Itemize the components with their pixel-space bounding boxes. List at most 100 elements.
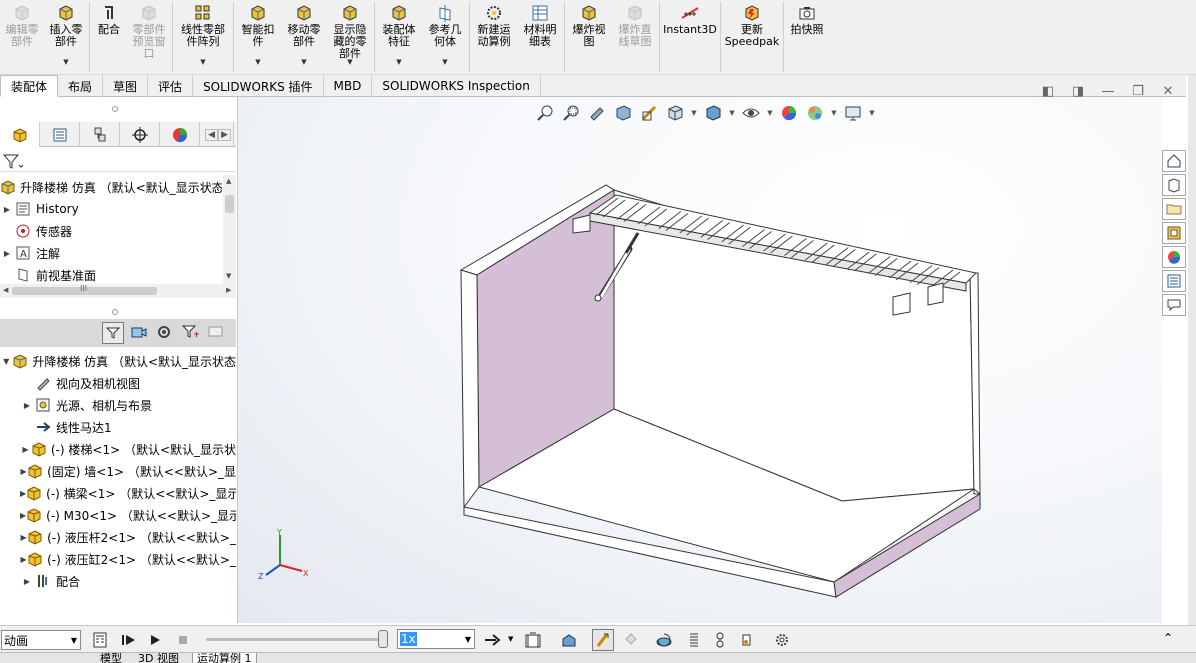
motion-tree-item[interactable]: ▶ (-) 横梁<1> （默认<<默认>_显示: [20, 482, 236, 504]
play-from-start-button[interactable]: [118, 629, 140, 651]
tab-0[interactable]: 装配体: [0, 75, 59, 97]
study-type-select[interactable]: 动画 ▼: [1, 630, 81, 650]
expand-arrow-icon[interactable]: ▶: [20, 533, 27, 542]
forum-tab[interactable]: [1162, 294, 1186, 316]
playback-speed-select[interactable]: 1x ▼: [397, 629, 475, 649]
playback-slider-track[interactable]: [206, 638, 386, 641]
tab-scroll-arrows[interactable]: ◀ ▶: [200, 122, 234, 147]
expand-arrow-icon[interactable]: ▶: [0, 205, 14, 214]
tab-5[interactable]: MBD: [324, 75, 373, 97]
feature-filter[interactable]: [0, 150, 236, 172]
tab-motion-study-1[interactable]: 运动算例 1: [192, 653, 257, 663]
spring-button[interactable]: [683, 629, 705, 651]
chevron-down-icon[interactable]: ▼: [508, 635, 513, 643]
motion-tree-item[interactable]: ▶ 配合: [20, 570, 236, 592]
motion-tree-item[interactable]: ▶ (-) 液压杆2<1> （默认<<默认>_: [20, 526, 236, 548]
model-canvas[interactable]: [238, 97, 1162, 623]
ribbon-button-instant3d[interactable]: Instant3D: [661, 0, 719, 72]
motor-button[interactable]: [653, 629, 675, 651]
ribbon-button-reference-geometry[interactable]: 参考几 何体 ▼: [422, 0, 468, 72]
ribbon-button-new-motion-study[interactable]: 新建运 动算例: [471, 0, 517, 72]
chevron-left-icon[interactable]: ◀: [205, 128, 219, 141]
tile-left-icon[interactable]: ◧: [1040, 83, 1056, 99]
calculate-button[interactable]: [90, 629, 112, 651]
motion-tree-item[interactable]: 视向及相机视图: [20, 372, 236, 394]
appearances-tab[interactable]: [1162, 246, 1186, 268]
playback-mode-button[interactable]: [481, 629, 503, 651]
playback-slider-thumb[interactable]: [378, 630, 388, 648]
tree-item-annotations[interactable]: ▶ A 注解: [0, 242, 222, 264]
chevron-down-icon[interactable]: ▼: [465, 635, 471, 644]
expand-arrow-icon[interactable]: ▶: [20, 467, 27, 476]
chevron-down-icon[interactable]: ▼: [301, 58, 306, 66]
chevron-right-icon[interactable]: ▶: [218, 128, 231, 141]
expand-arrow-icon[interactable]: ▶: [20, 577, 34, 586]
collapse-arrow-icon[interactable]: ▼: [0, 357, 12, 366]
contact-button[interactable]: [736, 629, 758, 651]
feature-tree-root[interactable]: 升降楼梯 仿真 （默认<默认_显示状态-: [0, 176, 222, 198]
tab-2[interactable]: 草图: [103, 75, 149, 97]
panel-splitter-handle[interactable]: [112, 309, 118, 315]
motion-tree-item[interactable]: 线性马达1: [20, 416, 236, 438]
animation-wizard-button[interactable]: [558, 629, 580, 651]
ribbon-button-speedpak[interactable]: 更新 Speedpak: [722, 0, 782, 72]
filter-animation-button[interactable]: [102, 322, 124, 344]
ribbon-button-insert-component[interactable]: 插入零 部件 ▼: [44, 0, 88, 72]
tree-item-sensors[interactable]: 传感器: [0, 220, 222, 242]
chevron-down-icon[interactable]: ▼: [200, 58, 205, 66]
feature-tree-hscrollbar[interactable]: ◀ III ▶: [0, 284, 236, 298]
chevron-down-icon[interactable]: ▼: [396, 58, 401, 66]
ribbon-button-show-hidden[interactable]: 显示隐 藏的零 部件 ▼: [327, 0, 373, 72]
filter-selected-button[interactable]: [154, 322, 176, 344]
view-palette-tab[interactable]: [1162, 222, 1186, 244]
motion-tree-item[interactable]: ▶ (-) M30<1> （默认<<默认>_显示: [20, 504, 236, 526]
tab-6[interactable]: SOLIDWORKS Inspection: [372, 75, 541, 97]
ribbon-button-assembly-feature[interactable]: 装配体 特征 ▼: [376, 0, 422, 72]
motion-tree-item[interactable]: ▶ 光源、相机与布景: [20, 394, 236, 416]
design-library-tab[interactable]: [1162, 174, 1186, 196]
feature-manager-tab[interactable]: [0, 122, 40, 147]
collapse-timeline-icon[interactable]: ⌃: [1163, 631, 1173, 645]
property-manager-tab[interactable]: [40, 122, 80, 147]
ribbon-button-component-preview[interactable]: 零部件 预览窗 口: [127, 0, 171, 72]
display-manager-tab[interactable]: [160, 122, 200, 147]
tab-1[interactable]: 布局: [58, 75, 104, 97]
tab-4[interactable]: SOLIDWORKS 插件: [193, 75, 324, 97]
sort-button[interactable]: [206, 322, 228, 344]
save-animation-button[interactable]: [522, 629, 544, 651]
file-explorer-tab[interactable]: [1162, 198, 1186, 220]
solidworks-resources-tab[interactable]: [1162, 150, 1186, 172]
ribbon-button-mate[interactable]: 配合: [91, 0, 127, 72]
study-properties-button[interactable]: [771, 629, 793, 651]
chevron-down-icon[interactable]: ▼: [442, 58, 447, 66]
expand-arrow-icon[interactable]: ▶: [20, 401, 34, 410]
motion-tree-item[interactable]: ▶ (-) 楼梯<1> （默认<默认_显示状: [20, 438, 236, 460]
ribbon-button-smart-fasteners[interactable]: 智能扣 件 ▼: [235, 0, 281, 72]
tree-item-history[interactable]: ▶ History: [0, 198, 222, 220]
ribbon-button-explode-line-sketch[interactable]: 爆炸直 线草图: [612, 0, 658, 72]
dimxpert-tab[interactable]: [120, 122, 160, 147]
chevron-down-icon[interactable]: ▼: [347, 58, 352, 66]
restore-icon[interactable]: ❐: [1130, 83, 1146, 99]
filter-icon[interactable]: [2, 152, 24, 172]
motion-tree-item[interactable]: ▶ (-) 液压缸2<1> （默认<<默认>_: [20, 548, 236, 570]
graphics-area[interactable]: ▼ ▼ ▼ ▼ ▼ Y X Z: [238, 97, 1162, 623]
filter-driving-button[interactable]: [128, 322, 150, 344]
autokey-button[interactable]: [592, 629, 614, 651]
damper-button[interactable]: [709, 629, 731, 651]
configuration-manager-tab[interactable]: [80, 122, 120, 147]
ribbon-button-linear-pattern[interactable]: 线性零部 件阵列 ▼: [174, 0, 232, 72]
panel-splitter-handle[interactable]: [112, 106, 118, 112]
close-icon[interactable]: ✕: [1160, 83, 1176, 99]
chevron-down-icon[interactable]: ▼: [63, 58, 68, 66]
stop-button[interactable]: [172, 629, 194, 651]
feature-tree-scrollbar[interactable]: ▲ ▼: [223, 175, 236, 284]
chevron-down-icon[interactable]: ▼: [255, 58, 260, 66]
window-scrollbar[interactable]: [1188, 75, 1196, 625]
motion-tree-item[interactable]: ▶ (固定) 墙<1> （默认<<默认>_显: [20, 460, 236, 482]
ribbon-button-bom[interactable]: 材料明 细表: [517, 0, 563, 72]
motion-tree-root[interactable]: ▼ 升降楼梯 仿真 （默认<默认_显示状态: [0, 350, 236, 372]
tab-3d-view[interactable]: 3D 视图: [134, 653, 183, 663]
chevron-down-icon[interactable]: ▼: [71, 636, 77, 645]
filter-results-button[interactable]: [180, 322, 202, 344]
